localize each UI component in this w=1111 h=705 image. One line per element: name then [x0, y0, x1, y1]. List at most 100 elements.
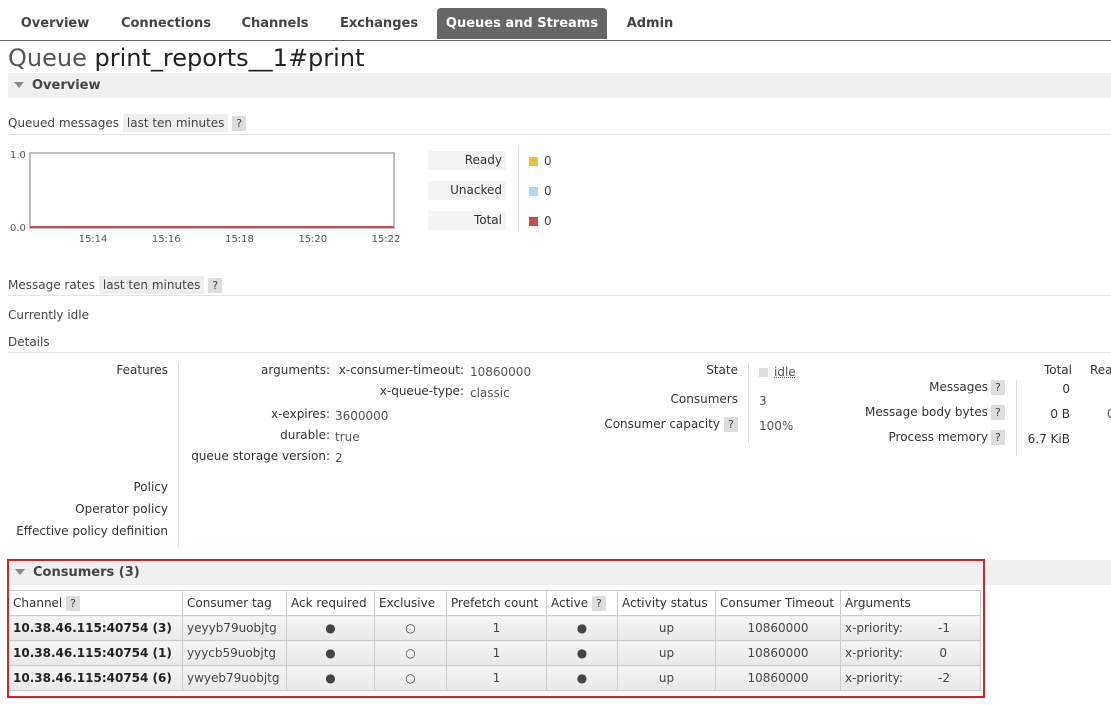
- process-memory-label: Process memory: [888, 430, 988, 444]
- x-tick-label: 15:22: [372, 234, 401, 245]
- consumer-tag: yyycb59uobjtg: [182, 640, 287, 666]
- col-consumer-tag[interactable]: Consumer tag: [182, 590, 287, 616]
- details-heading: Details: [8, 335, 50, 349]
- queue-name: print_reports__1#print: [94, 44, 365, 72]
- col-label: Channel: [13, 595, 63, 610]
- consumer-capacity-label: Consumer capacity: [604, 417, 720, 431]
- table-row: 10.38.46.115:40754 (1) yyycb59uobjtg ● ○…: [8, 640, 981, 666]
- activity-status: up: [617, 665, 716, 691]
- table-header-row: Channel ? Consumer tag Ack required Excl…: [8, 590, 981, 616]
- table-row: 10.38.46.115:40754 (6) ywyeb79uobjtg ● ○…: [8, 665, 981, 691]
- legend-total-value: 0: [544, 214, 552, 228]
- queued-messages-header: Queued messages last ten minutes ?: [8, 114, 247, 132]
- arguments-cell: x-priority: -2: [840, 665, 981, 691]
- active-icon: ●: [546, 615, 618, 641]
- y-tick-label: 1.0: [10, 150, 26, 161]
- process-memory-value: 6.7 KiB: [1027, 432, 1070, 446]
- overview-section-toggle[interactable]: Overview: [8, 73, 1111, 98]
- arg-key: x-priority:: [845, 671, 903, 685]
- tab-connections[interactable]: Connections: [110, 8, 222, 39]
- exclusive-icon: ○: [374, 615, 447, 641]
- channel-link[interactable]: 10.38.46.115:40754 (3): [8, 615, 183, 641]
- col-activity-status[interactable]: Activity status: [617, 590, 716, 616]
- col-label: Active: [551, 595, 589, 610]
- queue-storage-version-label: queue storage version:: [191, 449, 330, 463]
- ack-required-icon: ●: [286, 640, 375, 666]
- tab-channels[interactable]: Channels: [230, 8, 320, 39]
- consumers-table: Channel ? Consumer tag Ack required Excl…: [8, 590, 981, 691]
- tab-exchanges[interactable]: Exchanges: [328, 8, 430, 39]
- overview-heading: Overview: [32, 78, 101, 93]
- queued-messages-chart: 1.0 0.0 15:14 15:16 15:18 15:20 15:22: [10, 150, 401, 245]
- arguments-cell: x-priority: -1: [840, 615, 981, 641]
- prefetch-count: 1: [446, 665, 547, 691]
- consumer-timeout: 10860000: [715, 665, 841, 691]
- col-ack-required[interactable]: Ack required: [286, 590, 375, 616]
- capacity-help-button[interactable]: ?: [724, 417, 738, 432]
- state-value: idle: [774, 365, 796, 379]
- legend-ready-value: 0: [544, 154, 552, 168]
- consumer-timeout: 10860000: [715, 615, 841, 641]
- operator-policy-label: Operator policy: [75, 502, 168, 516]
- active-icon: ●: [546, 640, 618, 666]
- legend-ready-swatch: [529, 157, 538, 166]
- active-icon: ●: [546, 665, 618, 691]
- col-prefetch-count[interactable]: Prefetch count: [446, 590, 547, 616]
- message-rates-label: Message rates: [8, 278, 96, 292]
- divider: [8, 295, 1111, 296]
- messages-help-button[interactable]: ?: [991, 380, 1005, 395]
- memory-help-button[interactable]: ?: [991, 430, 1005, 445]
- arg-key: x-consumer-timeout:: [338, 363, 464, 377]
- col-exclusive[interactable]: Exclusive: [374, 590, 447, 616]
- consumer-tag: yeyyb79uobjtg: [182, 615, 287, 641]
- divider: [8, 352, 1111, 353]
- policy-label: Policy: [133, 480, 168, 494]
- active-help-button[interactable]: ?: [591, 595, 606, 611]
- tab-overview[interactable]: Overview: [8, 8, 102, 39]
- queued-range-selector[interactable]: last ten minutes: [122, 114, 229, 132]
- exclusive-icon: ○: [374, 665, 447, 691]
- message-rates-header: Message rates last ten minutes ?: [8, 276, 223, 294]
- arg-value: -1: [938, 621, 950, 635]
- arguments-label: arguments:: [261, 363, 330, 377]
- collapse-triangle-icon: [15, 569, 25, 575]
- col-channel[interactable]: Channel ?: [8, 590, 183, 616]
- legend-total-label: Total: [428, 211, 506, 230]
- consumers-label: Consumers: [670, 392, 738, 406]
- x-tick-label: 15:20: [298, 234, 327, 245]
- consumers-section-toggle[interactable]: Consumers (3): [9, 560, 1111, 585]
- tab-admin[interactable]: Admin: [615, 8, 685, 39]
- col-consumer-timeout[interactable]: Consumer Timeout: [715, 590, 841, 616]
- col-arguments[interactable]: Arguments: [840, 590, 981, 616]
- channel-link[interactable]: 10.38.46.115:40754 (1): [8, 640, 183, 666]
- channel-link[interactable]: 10.38.46.115:40754 (6): [8, 665, 183, 691]
- chart-plot-area: [29, 152, 395, 229]
- legend-unacked-label: Unacked: [428, 181, 506, 200]
- queued-help-button[interactable]: ?: [232, 116, 247, 131]
- message-body-bytes-total-value: 0 B: [1050, 407, 1070, 421]
- x-expires-value: 3600000: [335, 409, 389, 423]
- arg-value: classic: [470, 386, 510, 400]
- divider: [8, 134, 1111, 135]
- arg-value: 0: [939, 646, 947, 660]
- col-active[interactable]: Active ?: [546, 590, 618, 616]
- activity-status: up: [617, 615, 716, 641]
- details-divider: [1016, 380, 1017, 456]
- page-title-label: Queue: [8, 44, 87, 72]
- ready-column-header: Rea: [1090, 363, 1111, 377]
- message-body-bytes-ready-value: 0: [1107, 407, 1111, 421]
- message-body-bytes-label: Message body bytes: [865, 405, 988, 419]
- effective-policy-label: Effective policy definition: [16, 524, 168, 538]
- consumer-timeout: 10860000: [715, 640, 841, 666]
- prefetch-count: 1: [446, 615, 547, 641]
- arguments-cell: x-priority: 0: [840, 640, 981, 666]
- arg-key: x-priority:: [845, 621, 903, 635]
- bytes-help-button[interactable]: ?: [991, 405, 1005, 420]
- rates-range-selector[interactable]: last ten minutes: [98, 276, 205, 294]
- channel-help-button[interactable]: ?: [66, 595, 80, 611]
- legend-total-swatch: [529, 217, 538, 226]
- durable-label: durable:: [280, 428, 330, 442]
- rates-help-button[interactable]: ?: [208, 278, 223, 293]
- tab-queues-and-streams[interactable]: Queues and Streams: [437, 8, 607, 39]
- arg-value: -2: [938, 671, 950, 685]
